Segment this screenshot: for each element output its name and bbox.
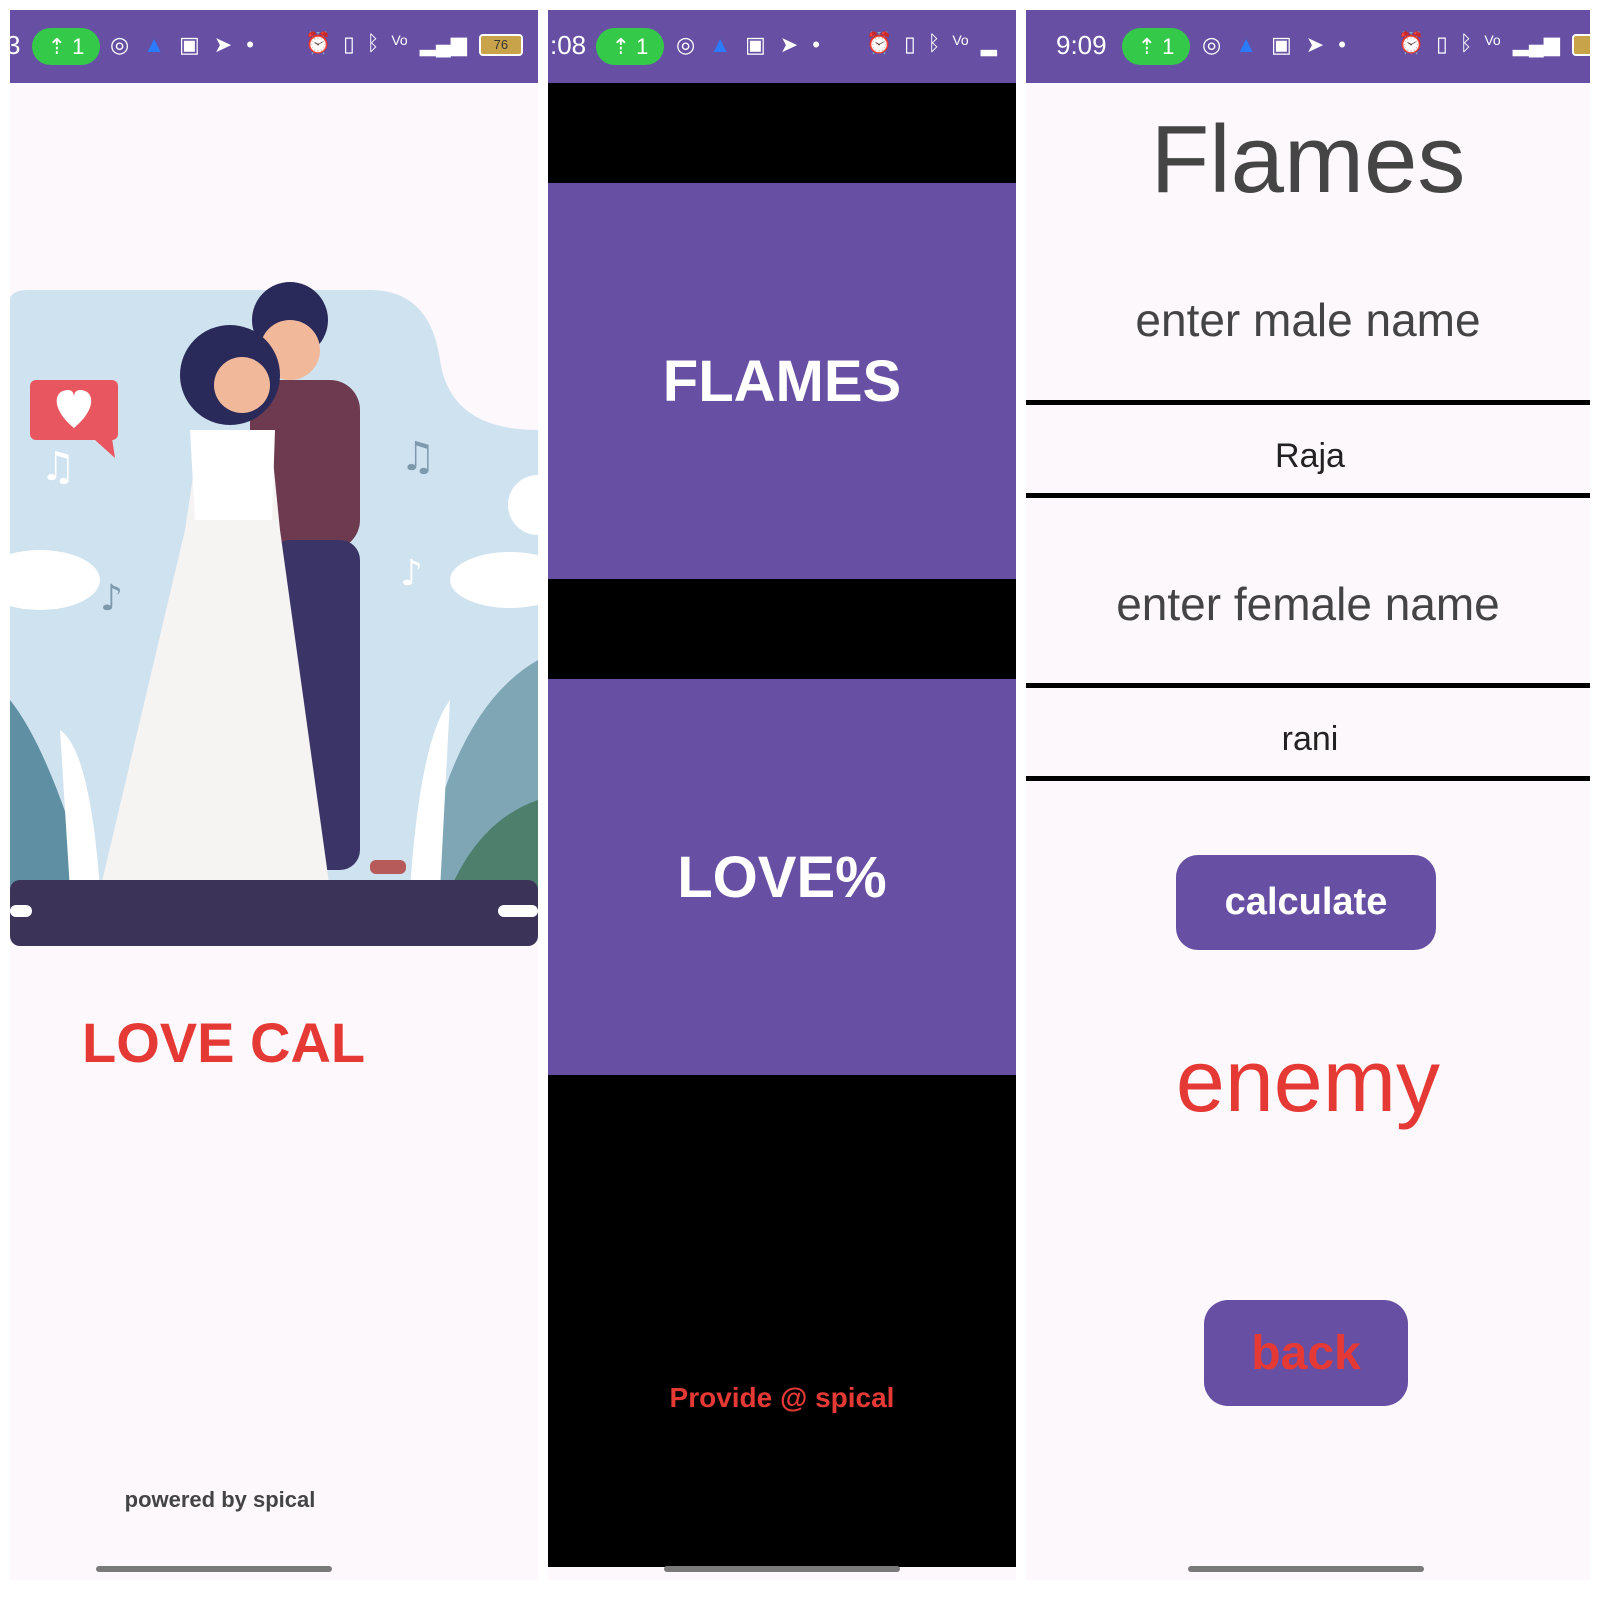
system-icons: ⏰ ▯ ᛒ Vo ▂▄▆ 7 [1398,32,1590,57]
powered-by-label: powered by spical [124,1487,316,1512]
back-button[interactable]: back [1204,1300,1408,1406]
hotspot-badge: ⇡ 1 [596,28,664,65]
hotspot-icon: ⇡ [611,34,637,59]
home-indicator[interactable] [1188,1566,1424,1572]
hotspot-badge: ⇡ 1 [32,28,100,65]
svg-text:♫: ♫ [400,434,436,480]
home-indicator[interactable] [96,1566,332,1572]
alarm-icon: ⏰ [1398,32,1425,55]
bluetooth-icon: ᛒ [1459,32,1473,55]
result-text: enemy [1175,1031,1441,1130]
status-time: 3 [10,30,21,60]
svg-text:♫: ♫ [40,444,76,490]
signal-icon: ▂ [980,33,997,56]
system-icons: ⏰ ▯ ᛒ Vo ▂ [866,32,997,57]
status-time: 9:09 [1056,30,1107,60]
flames-button[interactable]: FLAMES [548,183,1016,579]
vibrate-icon: ▯ [343,33,355,56]
hotspot-icon: ⇡ [47,34,73,59]
home-indicator[interactable] [664,1566,900,1572]
signal-icon: ▂▄▆ [1512,33,1560,56]
splash-screen: 3 ⇡ 1 ◎ ▲ ▣ ➤ • ⏰ ▯ ᛒ Vo ▂▄▆ 76 ♫ ♫ ♪ ♪ [10,10,538,1580]
notification-icons: ◎ ▲ ▣ ➤ • [1202,32,1346,58]
system-icons: ⏰ ▯ ᛒ Vo ▂▄▆ 76 [305,32,523,57]
dot-icon: • [246,32,254,57]
calculate-button[interactable]: calculate [1176,855,1436,950]
spacer-band [548,579,1016,679]
dot-icon: • [812,32,820,57]
status-time: :08 [550,30,587,60]
flames-screen: 9:09 ⇡ 1 ◎ ▲ ▣ ➤ • ⏰ ▯ ᛒ Vo ▂▄▆ 7 Flames… [1026,10,1590,1580]
notification-icons: ◎ ▲ ▣ ➤ • [110,32,254,58]
status-bar: 9:09 ⇡ 1 ◎ ▲ ▣ ➤ • ⏰ ▯ ᛒ Vo ▂▄▆ 7 [1026,10,1590,83]
svg-text:♪: ♪ [100,578,123,619]
alarm-icon: ⏰ [866,32,893,55]
bluetooth-icon: ᛒ [366,32,380,55]
battery-icon: 7 [1571,34,1590,56]
android-icon: ▲ [1235,32,1257,57]
status-bar: 3 ⇡ 1 ◎ ▲ ▣ ➤ • ⏰ ▯ ᛒ Vo ▂▄▆ 76 [10,10,538,83]
svg-text:♪: ♪ [400,553,423,594]
instagram-icon: ▣ [1270,32,1292,57]
male-name-input[interactable] [1026,425,1590,487]
status-bar: :08 ⇡ 1 ◎ ▲ ▣ ➤ • ⏰ ▯ ᛒ Vo ▂ [548,10,1016,83]
whatsapp-icon: ◎ [1202,32,1222,57]
hotspot-icon: ⇡ [1137,34,1163,59]
dot-icon: • [1338,32,1346,57]
provide-label: Provide @ spical [669,1382,895,1413]
telegram-icon: ➤ [779,32,799,57]
whatsapp-icon: ◎ [110,32,130,57]
app-title: LOVE CAL [82,1011,366,1074]
volte-icon: Vo [391,32,408,48]
spacer-band [548,83,1016,183]
female-name-label: enter female name [1116,578,1500,630]
instagram-icon: ▣ [744,32,766,57]
whatsapp-icon: ◎ [676,32,696,57]
footer-band [548,1075,1016,1567]
vibrate-icon: ▯ [1436,33,1448,56]
divider [1026,493,1590,498]
vibrate-icon: ▯ [904,33,916,56]
menu-screen: :08 ⇡ 1 ◎ ▲ ▣ ➤ • ⏰ ▯ ᛒ Vo ▂ FLAMES LOVE… [548,10,1016,1580]
divider [1026,776,1590,781]
divider [1026,400,1590,405]
battery-icon: 76 [478,34,523,56]
notification-icons: ◎ ▲ ▣ ➤ • [676,32,820,58]
android-icon: ▲ [143,32,165,57]
love-percent-button[interactable]: LOVE% [548,679,1016,1075]
male-name-label: enter male name [1135,294,1481,346]
divider [1026,683,1590,688]
page-title: Flames [1150,106,1466,213]
bluetooth-icon: ᛒ [927,32,941,55]
couple-illustration: ♫ ♫ ♪ ♪ [10,282,538,946]
volte-icon: Vo [952,32,969,48]
telegram-icon: ➤ [213,32,233,57]
hotspot-badge: ⇡ 1 [1122,28,1190,65]
instagram-icon: ▣ [178,32,200,57]
volte-icon: Vo [1484,32,1501,48]
signal-icon: ▂▄▆ [419,33,467,56]
android-icon: ▲ [709,32,731,57]
alarm-icon: ⏰ [305,32,332,55]
female-name-input[interactable] [1026,708,1590,770]
telegram-icon: ➤ [1305,32,1325,57]
